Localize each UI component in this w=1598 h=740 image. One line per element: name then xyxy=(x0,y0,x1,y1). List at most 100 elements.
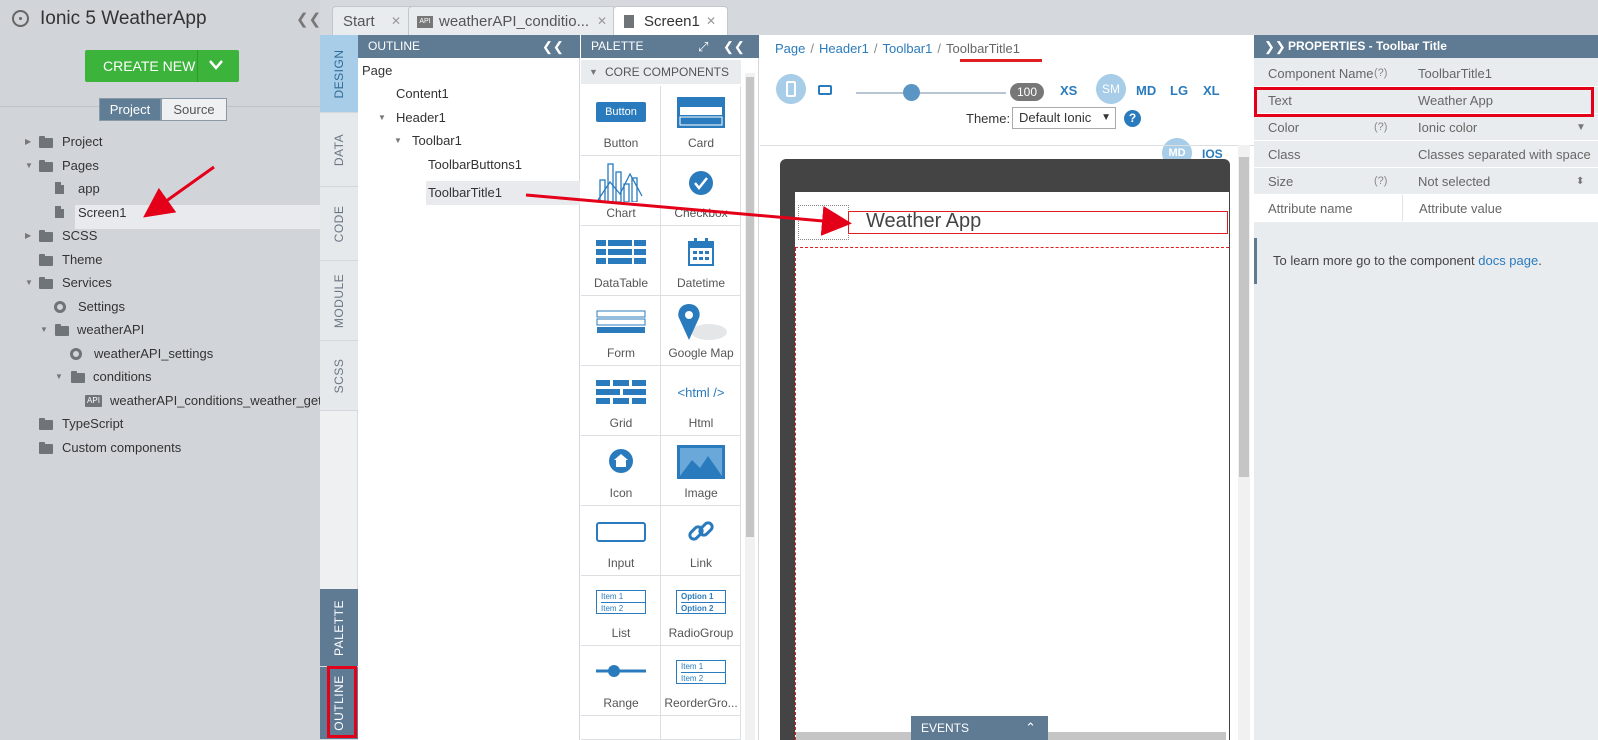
tree-item-settings[interactable]: Settings xyxy=(54,296,314,318)
palette-item-radiogroup[interactable]: Option 1 Option 2 RadioGroup xyxy=(661,576,741,646)
tree-item-theme[interactable]: Theme xyxy=(25,249,315,271)
outline-item-toolbartitle1[interactable]: ToolbarTitle1 xyxy=(428,182,502,204)
help-hint[interactable]: (?) xyxy=(1374,168,1387,195)
tree-item-weatherapi-conditions-weather-get[interactable]: API weatherAPI_conditions_weather_get xyxy=(85,390,322,412)
palette-item-icon[interactable]: Icon xyxy=(581,436,661,506)
tab-code[interactable]: CODE xyxy=(320,187,358,261)
collapse-icon[interactable]: ▼ xyxy=(394,130,402,152)
zoom-slider[interactable] xyxy=(856,92,1006,94)
source-view-tab[interactable]: Source xyxy=(161,98,227,121)
text-field[interactable]: Weather App xyxy=(1402,87,1592,113)
palette-item-datetime[interactable]: Datetime xyxy=(661,226,741,296)
breakpoint-xs[interactable]: XS xyxy=(1060,83,1077,98)
breakpoint-md[interactable]: MD xyxy=(1136,83,1156,98)
outline-item-page[interactable]: Page xyxy=(362,60,392,82)
tab-start[interactable]: Start ✕ xyxy=(332,6,416,35)
core-components-section[interactable]: ▼ CORE COMPONENTS xyxy=(581,60,741,84)
tree-item-scss[interactable]: ▶ SCSS xyxy=(25,225,315,247)
collapse-panel-icon[interactable]: ❮❮ xyxy=(723,35,745,58)
collapse-panel-icon[interactable]: ❮❮ xyxy=(542,35,564,58)
help-hint[interactable]: (?) xyxy=(1374,114,1387,141)
project-view-tab[interactable]: Project xyxy=(99,98,161,121)
expand-icon[interactable]: ▶ xyxy=(25,131,31,153)
expand-panel-icon[interactable]: ⤢ xyxy=(698,35,708,58)
tab-scss[interactable]: SCSS xyxy=(320,341,358,411)
events-panel-toggle[interactable]: EVENTS ⌃ xyxy=(911,716,1048,740)
tree-item-services[interactable]: ▼ Services xyxy=(25,272,315,294)
portrait-device-button[interactable] xyxy=(776,74,806,104)
collapse-icon[interactable]: ▼ xyxy=(55,366,63,388)
expand-icon[interactable]: ▶ xyxy=(25,225,31,247)
tree-item-typescript[interactable]: TypeScript xyxy=(25,413,315,435)
palette-item-card[interactable]: Card xyxy=(661,86,741,156)
docs-page-link[interactable]: docs page xyxy=(1478,253,1538,268)
tab-module[interactable]: MODULE xyxy=(320,261,358,341)
component-name-field[interactable]: ToolbarTitle1 xyxy=(1402,60,1592,86)
breadcrumb-page[interactable]: Page xyxy=(775,41,805,56)
palette-item-grid[interactable]: Grid xyxy=(581,366,661,436)
palette-item-checkbox[interactable]: Checkbox xyxy=(661,156,741,226)
attribute-value-field[interactable]: Attribute value xyxy=(1402,195,1592,221)
palette-item-form[interactable]: Form xyxy=(581,296,661,366)
tab-weatherapi-conditions[interactable]: API weatherAPI_conditio... ✕ xyxy=(408,6,616,35)
tab-outline[interactable]: OUTLINE xyxy=(320,667,358,740)
tab-screen1[interactable]: Screen1 ✕ xyxy=(613,6,728,35)
help-icon[interactable]: ? xyxy=(1124,110,1141,127)
tree-item-weatherapi[interactable]: ▼ weatherAPI xyxy=(40,319,315,341)
close-icon[interactable]: ✕ xyxy=(706,14,716,28)
palette-item-reordergroup[interactable]: Item 1 Item 2 ReorderGro... xyxy=(661,646,741,716)
outline-item-header1[interactable]: ▼ Header1 xyxy=(378,107,528,129)
toolbar-buttons1[interactable] xyxy=(798,205,849,240)
tab-design[interactable]: DESIGN xyxy=(320,35,358,113)
tree-item-screen1[interactable]: Screen1 xyxy=(55,202,315,224)
collapse-panel-icon[interactable]: ❮❮ xyxy=(296,10,321,28)
landscape-device-icon[interactable] xyxy=(818,85,832,95)
close-icon[interactable]: ✕ xyxy=(391,14,401,28)
palette-item-google-map[interactable]: Google Map xyxy=(661,296,741,366)
palette-item-html[interactable]: <html /> Html xyxy=(661,366,741,436)
breakpoint-sm[interactable]: SM xyxy=(1096,74,1126,104)
folder-icon xyxy=(71,371,85,383)
class-field[interactable]: Classes separated with space xyxy=(1402,141,1592,167)
create-new-button[interactable]: CREATE NEW xyxy=(85,50,239,82)
breakpoint-lg[interactable]: LG xyxy=(1170,83,1188,98)
attribute-name-field[interactable]: Attribute name xyxy=(1268,195,1353,222)
palette-item-datatable[interactable]: DataTable xyxy=(581,226,661,296)
outline-item-content1[interactable]: Content1 xyxy=(396,83,449,105)
collapse-icon[interactable]: ▼ xyxy=(25,155,33,177)
size-select[interactable]: Not selected xyxy=(1402,168,1592,194)
help-hint[interactable]: (?) xyxy=(1374,60,1387,87)
zoom-slider-thumb[interactable] xyxy=(903,84,920,101)
palette-item-list[interactable]: Item 1 Item 2 List xyxy=(581,576,661,646)
collapse-icon[interactable]: ▼ xyxy=(40,319,48,341)
collapse-icon[interactable]: ▼ xyxy=(378,107,386,129)
tab-palette[interactable]: PALETTE xyxy=(320,589,358,667)
tree-item-weatherapi-settings[interactable]: weatherAPI_settings xyxy=(70,343,315,365)
tree-item-app[interactable]: app xyxy=(55,178,315,200)
palette-item-image[interactable]: Image xyxy=(661,436,741,506)
tree-item-custom-components[interactable]: Custom components xyxy=(25,437,315,459)
outline-item-toolbarbuttons1[interactable]: ToolbarButtons1 xyxy=(428,154,522,176)
breadcrumb-toolbar1[interactable]: Toolbar1 xyxy=(883,41,933,56)
chevron-down-icon[interactable] xyxy=(208,59,224,71)
color-select[interactable]: Ionic color xyxy=(1402,114,1592,140)
close-icon[interactable]: ✕ xyxy=(597,14,607,28)
collapse-icon[interactable]: ▼ xyxy=(25,272,33,294)
palette-item-link[interactable]: Link xyxy=(661,506,741,576)
breakpoint-xl[interactable]: XL xyxy=(1203,83,1220,98)
tree-item-conditions[interactable]: ▼ conditions xyxy=(55,366,315,388)
palette-item-button[interactable]: Button Button xyxy=(581,86,661,156)
theme-select[interactable]: Default Ionic ▼ xyxy=(1012,107,1116,129)
outline-item-toolbar1[interactable]: ▼ Toolbar1 xyxy=(394,130,544,152)
tree-item-project[interactable]: ▶ Project xyxy=(25,131,315,153)
tree-item-pages[interactable]: ▼ Pages xyxy=(25,155,315,177)
palette-item-range[interactable]: Range xyxy=(581,646,661,716)
palette-scroll-thumb[interactable] xyxy=(746,77,754,537)
palette-item-input[interactable]: Input xyxy=(581,506,661,576)
breadcrumb-header1[interactable]: Header1 xyxy=(819,41,869,56)
tab-data[interactable]: DATA xyxy=(320,113,358,187)
device-screen[interactable] xyxy=(795,192,1229,740)
canvas-scroll-thumb[interactable] xyxy=(1239,157,1249,477)
expand-panel-icon[interactable]: ❯❯ xyxy=(1264,35,1286,58)
palette-item-chart[interactable]: Chart xyxy=(581,156,661,226)
